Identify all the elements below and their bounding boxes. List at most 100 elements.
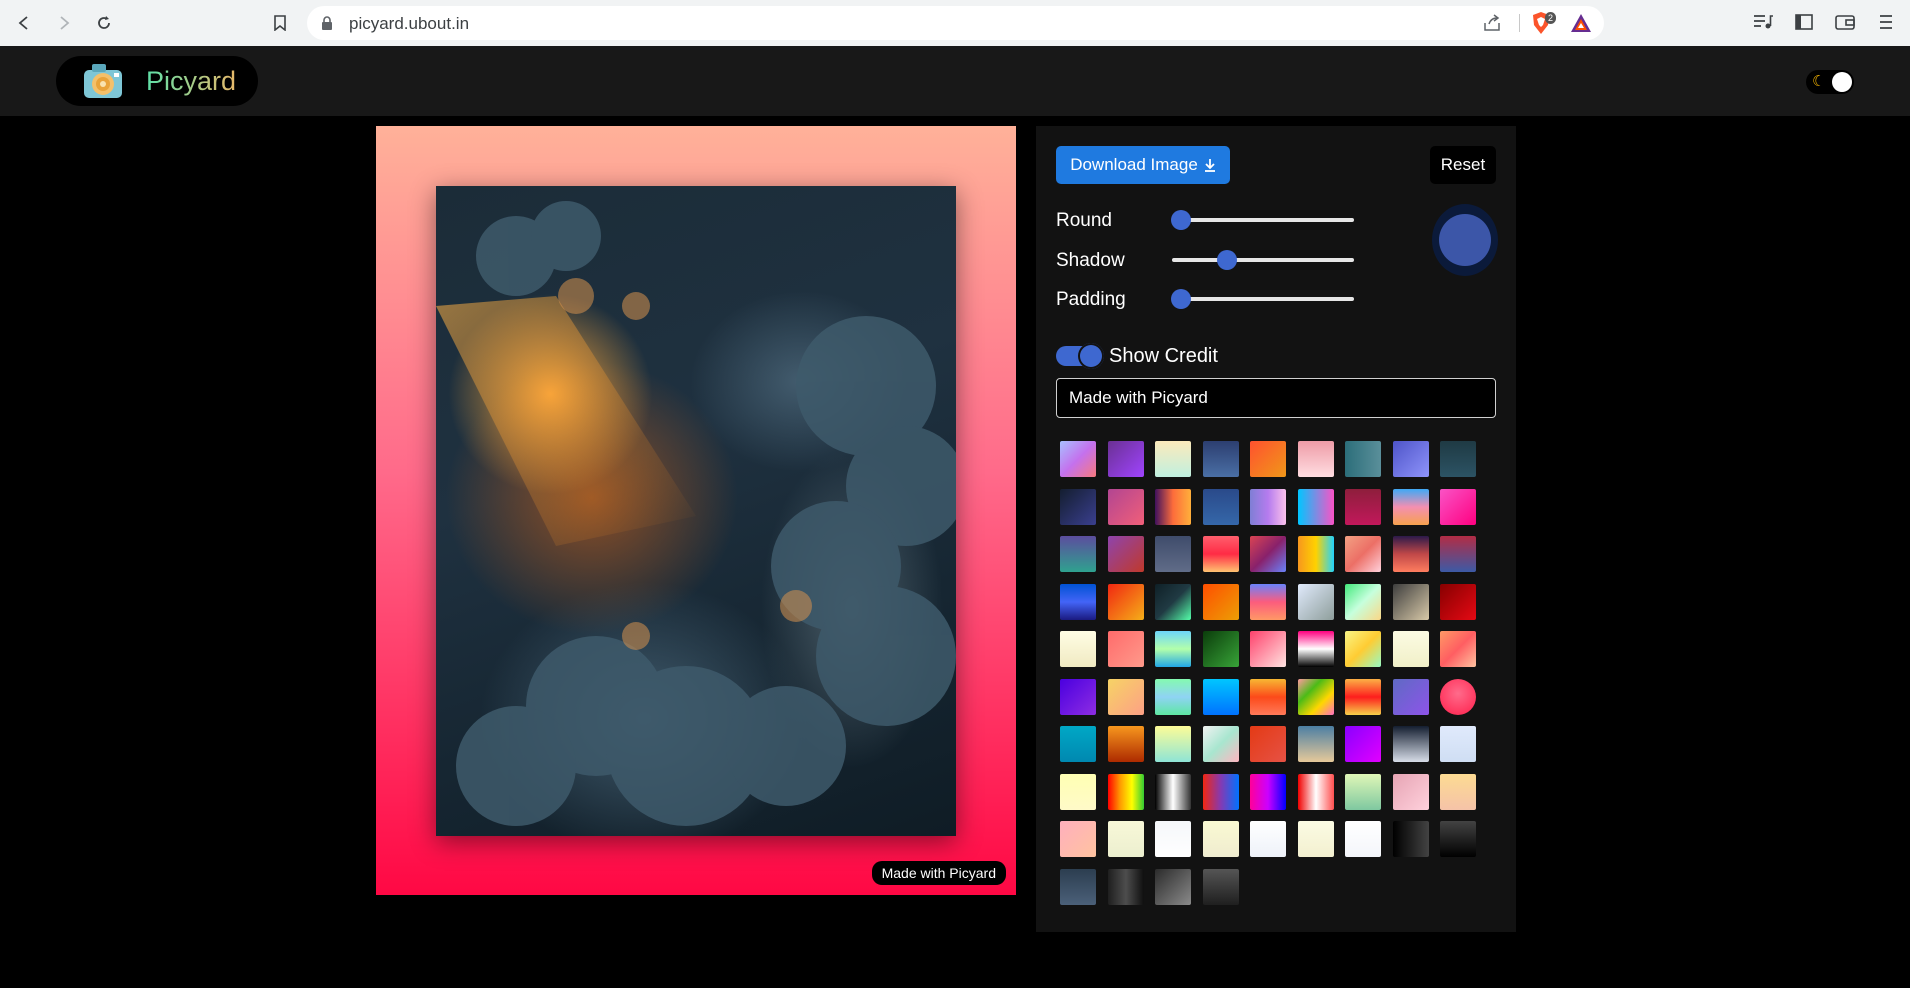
gradient-swatch[interactable] xyxy=(1345,726,1381,762)
padding-slider-thumb[interactable] xyxy=(1171,289,1192,309)
gradient-swatch[interactable] xyxy=(1392,773,1429,810)
gradient-swatch[interactable] xyxy=(1202,773,1239,810)
gradient-swatch[interactable] xyxy=(1250,488,1286,525)
gradient-swatch[interactable] xyxy=(1060,631,1096,667)
credit-text-input[interactable] xyxy=(1056,378,1496,418)
gradient-swatch[interactable] xyxy=(1107,773,1144,810)
gradient-swatch[interactable] xyxy=(1107,536,1144,572)
gradient-swatch[interactable] xyxy=(1440,441,1476,477)
gradient-swatch[interactable] xyxy=(1060,583,1096,620)
gradient-swatch[interactable] xyxy=(1392,631,1429,667)
gradient-swatch[interactable] xyxy=(1440,726,1476,762)
menu-icon[interactable] xyxy=(1878,12,1894,32)
gradient-swatch[interactable] xyxy=(1345,536,1381,572)
gradient-swatch[interactable] xyxy=(1345,821,1381,857)
gradient-swatch[interactable] xyxy=(1202,821,1239,857)
gradient-swatch[interactable] xyxy=(1107,821,1144,857)
gradient-swatch[interactable] xyxy=(1155,773,1191,810)
gradient-swatch[interactable] xyxy=(1202,678,1239,715)
gradient-swatch[interactable] xyxy=(1392,821,1429,857)
round-slider[interactable] xyxy=(1171,210,1354,230)
gradient-swatch[interactable] xyxy=(1155,441,1191,477)
gradient-swatch[interactable] xyxy=(1202,536,1239,572)
gradient-swatch[interactable] xyxy=(1155,678,1191,715)
gradient-swatch[interactable] xyxy=(1155,488,1191,525)
show-credit-toggle[interactable] xyxy=(1056,343,1104,369)
gradient-swatch[interactable] xyxy=(1345,488,1381,525)
gradient-swatch[interactable] xyxy=(1297,726,1334,762)
gradient-swatch[interactable] xyxy=(1107,868,1144,905)
gradient-swatch[interactable] xyxy=(1345,773,1381,810)
gradient-swatch[interactable] xyxy=(1060,821,1096,857)
gradient-swatch[interactable] xyxy=(1250,631,1286,667)
playlist-icon[interactable] xyxy=(1752,12,1774,32)
gradient-swatch[interactable] xyxy=(1297,583,1334,620)
share-icon[interactable] xyxy=(1482,13,1502,33)
forward-button[interactable] xyxy=(50,9,78,37)
gradient-swatch[interactable] xyxy=(1202,868,1239,905)
gradient-swatch[interactable] xyxy=(1107,488,1144,525)
gradient-swatch[interactable] xyxy=(1440,678,1476,715)
color-picker[interactable] xyxy=(1432,204,1498,276)
gradient-swatch[interactable] xyxy=(1297,631,1334,667)
gradient-swatch[interactable] xyxy=(1250,678,1286,715)
reset-button[interactable]: Reset xyxy=(1430,146,1496,184)
gradient-swatch[interactable] xyxy=(1202,583,1239,620)
gradient-swatch[interactable] xyxy=(1392,678,1429,715)
gradient-swatch[interactable] xyxy=(1060,441,1096,477)
gradient-swatch[interactable] xyxy=(1250,441,1286,477)
gradient-swatch[interactable] xyxy=(1250,821,1286,857)
gradient-swatch[interactable] xyxy=(1155,631,1191,667)
gradient-swatch[interactable] xyxy=(1250,726,1286,762)
address-bar[interactable]: picyard.ubout.in 2 xyxy=(307,6,1604,40)
gradient-swatch[interactable] xyxy=(1060,773,1096,810)
gradient-swatch[interactable] xyxy=(1155,821,1191,857)
gradient-swatch[interactable] xyxy=(1202,631,1239,667)
gradient-swatch[interactable] xyxy=(1107,441,1144,477)
gradient-swatch[interactable] xyxy=(1060,536,1096,572)
theme-toggle[interactable]: ☾ xyxy=(1806,70,1854,94)
wallet-icon[interactable] xyxy=(1834,12,1856,32)
gradient-swatch[interactable] xyxy=(1392,536,1429,572)
gradient-swatch[interactable] xyxy=(1202,441,1239,477)
shadow-slider-thumb[interactable] xyxy=(1216,250,1237,270)
gradient-swatch[interactable] xyxy=(1345,441,1381,477)
gradient-swatch[interactable] xyxy=(1060,678,1096,715)
gradient-swatch[interactable] xyxy=(1297,536,1334,572)
round-slider-thumb[interactable] xyxy=(1171,210,1192,230)
gradient-swatch[interactable] xyxy=(1440,631,1476,667)
gradient-swatch[interactable] xyxy=(1155,583,1191,620)
gradient-swatch[interactable] xyxy=(1440,773,1476,810)
gradient-swatch[interactable] xyxy=(1155,536,1191,572)
gradient-swatch[interactable] xyxy=(1155,726,1191,762)
shadow-slider[interactable] xyxy=(1172,250,1354,270)
gradient-swatch[interactable] xyxy=(1250,773,1286,810)
gradient-swatch[interactable] xyxy=(1392,488,1429,525)
gradient-swatch[interactable] xyxy=(1250,583,1286,620)
reload-button[interactable] xyxy=(90,9,118,37)
gradient-swatch[interactable] xyxy=(1060,868,1096,905)
gradient-swatch[interactable] xyxy=(1345,678,1381,715)
gradient-swatch[interactable] xyxy=(1392,726,1429,762)
brave-rewards-icon[interactable] xyxy=(1570,13,1592,33)
gradient-swatch[interactable] xyxy=(1297,821,1334,857)
logo[interactable]: Picyard xyxy=(56,56,258,106)
gradient-swatch[interactable] xyxy=(1297,773,1334,810)
gradient-swatch[interactable] xyxy=(1155,868,1191,905)
gradient-swatch[interactable] xyxy=(1345,583,1381,620)
gradient-swatch[interactable] xyxy=(1297,678,1334,715)
gradient-swatch[interactable] xyxy=(1440,583,1476,620)
gradient-swatch[interactable] xyxy=(1440,821,1476,857)
gradient-swatch[interactable] xyxy=(1392,583,1429,620)
back-button[interactable] xyxy=(10,9,38,37)
gradient-swatch[interactable] xyxy=(1060,488,1096,525)
gradient-swatch[interactable] xyxy=(1107,583,1144,620)
gradient-swatch[interactable] xyxy=(1392,441,1429,477)
gradient-swatch[interactable] xyxy=(1440,536,1476,572)
padding-slider[interactable] xyxy=(1171,289,1354,309)
gradient-swatch[interactable] xyxy=(1107,678,1144,715)
bookmark-button[interactable] xyxy=(266,9,294,37)
gradient-swatch[interactable] xyxy=(1060,726,1096,762)
gradient-swatch[interactable] xyxy=(1202,726,1239,762)
gradient-swatch[interactable] xyxy=(1297,488,1334,525)
